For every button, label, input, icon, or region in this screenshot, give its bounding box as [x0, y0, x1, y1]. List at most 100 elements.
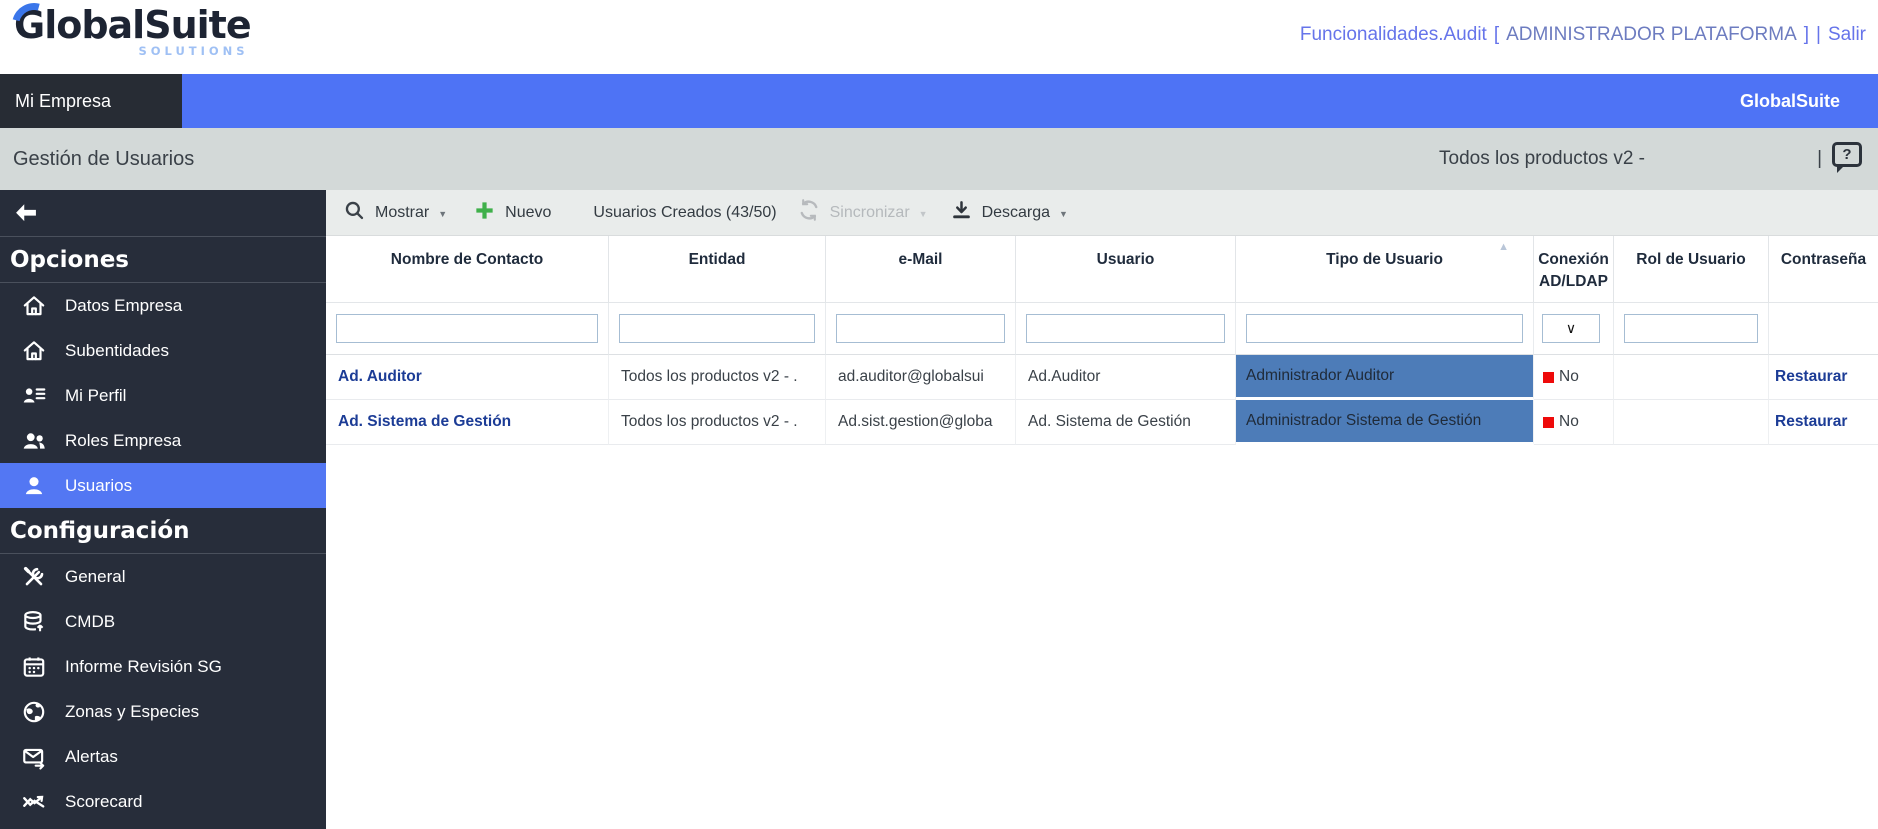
rol-usuario-cell: [1614, 400, 1769, 445]
descarga-button[interactable]: Descarga: [950, 199, 1068, 227]
ldap-disconnected-icon: [1543, 417, 1554, 428]
toolbar: Mostrar Nuevo Usuarios Creados (43/50) S…: [326, 190, 1878, 236]
sidebar-item-general[interactable]: General: [0, 554, 326, 599]
search-icon: [343, 199, 366, 227]
sidebar-item-roles-empresa[interactable]: Roles Empresa: [0, 418, 326, 463]
sidebar-item-label: General: [65, 567, 125, 587]
mostrar-button[interactable]: Mostrar: [343, 199, 447, 227]
person-icon: [20, 472, 48, 500]
nuevo-label: Nuevo: [505, 204, 551, 222]
mostrar-label: Mostrar: [375, 204, 429, 222]
module-link[interactable]: Funcionalidades.Audit: [1300, 24, 1487, 46]
restaurar-link[interactable]: Restaurar: [1769, 355, 1878, 400]
calendar-icon: [20, 653, 48, 681]
top-links: Funcionalidades.Audit [ ADMINISTRADOR PL…: [1300, 24, 1866, 46]
sidebar-item-scorecard[interactable]: Scorecard: [0, 779, 326, 824]
column-header-conexion-ad-ldap[interactable]: Conexión AD/LDAP: [1534, 236, 1614, 303]
column-header-email[interactable]: e-Mail: [826, 236, 1016, 303]
page-title: Gestión de Usuarios: [0, 148, 194, 171]
filter-cell: [1614, 303, 1769, 355]
users-table: Nombre de Contacto Entidad e-Mail Usuari…: [326, 236, 1878, 445]
sidebar-item-cmdb[interactable]: CMDB: [0, 599, 326, 644]
chevron-down-icon: [919, 204, 928, 222]
descarga-label: Descarga: [982, 204, 1050, 222]
tipo-usuario-cell[interactable]: Administrador Sistema de Gestión: [1236, 400, 1534, 445]
ldap-disconnected-icon: [1543, 372, 1554, 383]
restaurar-link[interactable]: Restaurar: [1769, 400, 1878, 445]
sync-icon: [797, 198, 821, 227]
logo-text: GlobalSuite: [14, 3, 251, 47]
sidebar-back-button[interactable]: [0, 190, 326, 237]
sidebar-item-label: Alertas: [65, 747, 118, 767]
sort-ascending-icon[interactable]: ▲: [1498, 240, 1509, 256]
page-bar: Gestión de Usuarios Todos los productos …: [0, 128, 1878, 190]
database-upload-icon: [20, 608, 48, 636]
sidebar-section-configuracion: Configuración: [0, 508, 326, 554]
filter-input-email[interactable]: [836, 314, 1005, 343]
usuario-cell: Ad.Auditor: [1016, 355, 1236, 400]
content-area: Mostrar Nuevo Usuarios Creados (43/50) S…: [326, 190, 1878, 829]
sidebar: Opciones Datos Empresa Subentidades Mi P…: [0, 190, 326, 829]
entidad-cell: Todos los productos v2 - .: [609, 355, 826, 400]
sidebar-item-label: Subentidades: [65, 341, 169, 361]
column-header-nombre-de-contacto[interactable]: Nombre de Contacto: [326, 236, 609, 303]
sidebar-item-subentidades[interactable]: Subentidades: [0, 328, 326, 373]
home-icon: [20, 337, 48, 365]
column-header-rol-de-usuario[interactable]: Rol de Usuario: [1614, 236, 1769, 303]
sidebar-item-mi-perfil[interactable]: Mi Perfil: [0, 373, 326, 418]
sidebar-item-label: Mi Perfil: [65, 386, 126, 406]
user-name-link[interactable]: Ad. Auditor: [326, 355, 609, 400]
sidebar-section-opciones: Opciones: [0, 237, 326, 283]
role-label: ADMINISTRADOR PLATAFORMA: [1506, 24, 1797, 46]
entidad-cell: Todos los productos v2 - .: [609, 400, 826, 445]
column-header-tipo-de-usuario[interactable]: Tipo de Usuario▲: [1236, 236, 1534, 303]
sidebar-item-label: Informe Revisión SG: [65, 657, 222, 677]
filter-cell: [326, 303, 609, 355]
sincronizar-button[interactable]: Sincronizar: [797, 198, 928, 227]
filter-input-nombre[interactable]: [336, 314, 598, 343]
chevron-down-icon: [1059, 204, 1068, 222]
conexion-ldap-cell: No: [1534, 355, 1614, 400]
sidebar-item-datos-empresa[interactable]: Datos Empresa: [0, 283, 326, 328]
user-name-link[interactable]: Ad. Sistema de Gestión: [326, 400, 609, 445]
logo-g-arc-icon: G: [14, 2, 44, 48]
filter-input-usuario[interactable]: [1026, 314, 1225, 343]
tools-icon: [20, 563, 48, 591]
sidebar-item-informe-revision-sg[interactable]: Informe Revisión SG: [0, 644, 326, 689]
filter-cell: [1769, 303, 1878, 355]
conexion-ldap-cell: No: [1534, 400, 1614, 445]
sidebar-item-label: CMDB: [65, 612, 115, 632]
mail-arrow-icon: [20, 743, 48, 771]
home-icon: [20, 292, 48, 320]
sidebar-item-zonas-y-especies[interactable]: Zonas y Especies: [0, 689, 326, 734]
usuarios-creados-counter: Usuarios Creados (43/50): [593, 204, 776, 222]
role-bracket-close: ]: [1804, 24, 1809, 46]
email-cell: Ad.sist.gestion@globa: [826, 400, 1016, 445]
navbar-brand: GlobalSuite: [1740, 91, 1840, 112]
tipo-usuario-cell[interactable]: Administrador Auditor: [1236, 355, 1534, 400]
filter-cell: [1016, 303, 1236, 355]
filter-input-tipo-de-usuario[interactable]: [1246, 314, 1523, 343]
column-header-contrasena[interactable]: Contraseña: [1769, 236, 1878, 303]
logout-link[interactable]: Salir: [1828, 24, 1866, 46]
filter-input-rol-de-usuario[interactable]: [1624, 314, 1758, 343]
download-icon: [950, 199, 973, 227]
column-header-entidad[interactable]: Entidad: [609, 236, 826, 303]
sidebar-item-usuarios[interactable]: Usuarios: [0, 463, 326, 508]
filter-input-entidad[interactable]: [619, 314, 815, 343]
nuevo-button[interactable]: Nuevo: [473, 199, 551, 227]
help-icon[interactable]: ?: [1832, 142, 1862, 167]
usuario-cell: Ad. Sistema de Gestión: [1016, 400, 1236, 445]
sincronizar-label: Sincronizar: [830, 204, 910, 222]
globalsuite-logo: GlobalSuite SOLUTIONS: [14, 2, 251, 58]
sidebar-item-label: Scorecard: [65, 792, 142, 812]
sidebar-item-label: Roles Empresa: [65, 431, 181, 451]
sidebar-item-alertas[interactable]: Alertas: [0, 734, 326, 779]
filter-select-conexion-ad-ldap[interactable]: [1542, 314, 1600, 343]
rol-usuario-cell: [1614, 355, 1769, 400]
column-header-usuario[interactable]: Usuario: [1016, 236, 1236, 303]
role-bracket-open: [: [1494, 24, 1499, 46]
sidebar-item-label: Datos Empresa: [65, 296, 182, 316]
tab-mi-empresa[interactable]: Mi Empresa: [0, 74, 182, 128]
profile-card-icon: [20, 382, 48, 410]
